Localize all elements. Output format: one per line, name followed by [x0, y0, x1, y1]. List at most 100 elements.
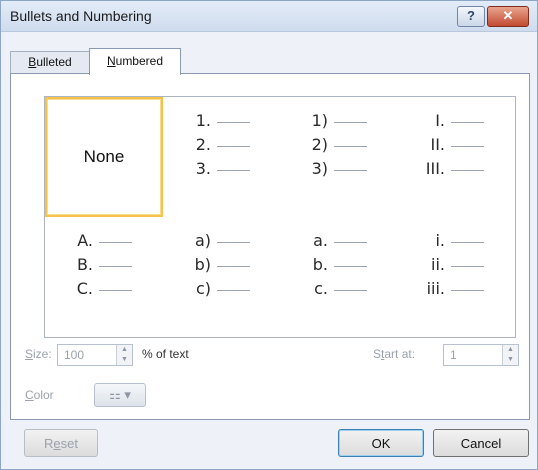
numbering-option-row: 1) — [280, 111, 398, 135]
text-placeholder-line — [334, 242, 367, 243]
numbering-option-row: III. — [397, 159, 515, 183]
text-placeholder-line — [451, 122, 484, 123]
numbering-gallery: None 1. 2. 3. 1) 2) 3) I. II. III. A. B. C. a) b) c) a.… — [44, 96, 516, 338]
numbering-marker: c. — [314, 279, 328, 298]
numbering-option-row: iii. — [397, 279, 515, 303]
cancel-button[interactable]: Cancel — [433, 429, 529, 457]
numbering-option-row: ii. — [397, 255, 515, 279]
numbering-option[interactable]: a) b) c) — [163, 217, 281, 337]
start-at-label: Start at: — [373, 347, 416, 361]
color-label: Color — [25, 388, 54, 402]
ok-button[interactable]: OK — [338, 429, 424, 457]
text-placeholder-line — [217, 146, 250, 147]
numbering-marker: 1) — [311, 111, 328, 130]
start-at-value: 1 — [450, 348, 457, 362]
numbering-option-row: 3. — [163, 159, 281, 183]
text-placeholder-line — [99, 242, 132, 243]
numbering-option-none[interactable]: None — [45, 97, 163, 217]
text-placeholder-line — [334, 290, 367, 291]
bullets-numbering-dialog: Bullets and Numbering ? ✕ Bulleted Numbe… — [0, 0, 538, 470]
numbering-option-row: 1. — [163, 111, 281, 135]
text-placeholder-line — [451, 242, 484, 243]
numbering-marker: b) — [194, 255, 211, 274]
text-placeholder-line — [334, 266, 367, 267]
text-placeholder-line — [334, 170, 367, 171]
none-label: None — [83, 147, 125, 166]
text-placeholder-line — [217, 290, 250, 291]
numbering-marker: B. — [76, 255, 93, 274]
size-spin-arrows-icon[interactable]: ▲ ▼ — [116, 345, 132, 365]
chevron-down-icon: ▾ — [124, 387, 131, 402]
numbering-option-row: b. — [280, 255, 398, 279]
text-placeholder-line — [451, 146, 484, 147]
text-placeholder-line — [217, 242, 250, 243]
text-placeholder-line — [334, 122, 367, 123]
numbering-marker: III. — [425, 159, 445, 178]
numbering-marker: 2) — [311, 135, 328, 154]
numbering-marker: 2. — [195, 135, 211, 154]
tab-numbered[interactable]: Numbered — [89, 48, 181, 75]
numbering-option-row: c. — [280, 279, 398, 303]
numbering-marker: a) — [194, 231, 211, 250]
numbering-marker: c) — [195, 279, 211, 298]
numbering-marker: A. — [77, 231, 93, 250]
paint-bucket-icon: ⚏ — [109, 387, 121, 402]
text-placeholder-line — [217, 122, 250, 123]
numbering-option-row: 3) — [280, 159, 398, 183]
text-placeholder-line — [99, 266, 132, 267]
numbering-option-row: 2) — [280, 135, 398, 159]
start-at-spinner[interactable]: 1 ▲ ▼ — [443, 344, 519, 366]
dialog-title: Bullets and Numbering — [10, 8, 152, 24]
text-placeholder-line — [334, 146, 367, 147]
numbering-option-row: c) — [163, 279, 281, 303]
numbering-marker: iii. — [426, 279, 445, 298]
size-value: 100 — [64, 348, 85, 362]
text-placeholder-line — [99, 290, 132, 291]
tab-bulleted[interactable]: Bulleted — [10, 51, 90, 74]
numbering-option-row: a) — [163, 231, 281, 255]
numbering-marker: 3. — [195, 159, 211, 178]
numbering-option-row: a. — [280, 231, 398, 255]
tab-numbered-label: umbered — [115, 54, 164, 68]
numbering-option-row: A. — [45, 231, 163, 255]
start-at-spin-arrows-icon[interactable]: ▲ ▼ — [502, 345, 518, 365]
help-button[interactable]: ? — [457, 6, 485, 27]
numbering-option-row: C. — [45, 279, 163, 303]
size-suffix-label: % of text — [142, 347, 189, 361]
text-placeholder-line — [217, 266, 250, 267]
numbering-option-row: 2. — [163, 135, 281, 159]
numbering-option[interactable]: I. II. III. — [397, 97, 515, 217]
numbering-marker: b. — [312, 255, 328, 274]
tab-bulleted-label: ulleted — [36, 55, 72, 69]
numbering-marker: C. — [76, 279, 93, 298]
text-placeholder-line — [217, 170, 250, 171]
numbering-marker: i. — [435, 231, 445, 250]
numbering-marker: 3) — [311, 159, 328, 178]
numbering-option-row: I. — [397, 111, 515, 135]
text-placeholder-line — [451, 266, 484, 267]
numbering-marker: 1. — [195, 111, 211, 130]
numbering-option[interactable]: A. B. C. — [45, 217, 163, 337]
numbering-marker: a. — [313, 231, 328, 250]
numbering-option-row: i. — [397, 231, 515, 255]
numbering-option-row: B. — [45, 255, 163, 279]
numbering-marker: II. — [430, 135, 445, 154]
numbering-option-row: b) — [163, 255, 281, 279]
text-placeholder-line — [451, 290, 484, 291]
close-button[interactable]: ✕ — [487, 6, 529, 27]
numbering-option-row: II. — [397, 135, 515, 159]
color-picker-button[interactable]: ⚏ ▾ — [94, 383, 146, 407]
numbering-option[interactable]: 1. 2. 3. — [163, 97, 281, 217]
size-label: Size: — [25, 347, 52, 361]
numbering-marker: ii. — [431, 255, 445, 274]
size-spinner[interactable]: 100 ▲ ▼ — [57, 344, 133, 366]
numbered-tab-panel: None 1. 2. 3. 1) 2) 3) I. II. III. A. B. C. a) b) c) a.… — [10, 73, 530, 420]
numbering-marker: I. — [435, 111, 445, 130]
numbering-option[interactable]: i. ii. iii. — [397, 217, 515, 337]
reset-button[interactable]: Reset — [24, 429, 98, 457]
numbering-option[interactable]: a. b. c. — [280, 217, 398, 337]
title-bar: Bullets and Numbering ? ✕ — [1, 1, 537, 32]
numbering-option[interactable]: 1) 2) 3) — [280, 97, 398, 217]
tab-numbered-accel: N — [106, 54, 116, 68]
text-placeholder-line — [451, 170, 484, 171]
